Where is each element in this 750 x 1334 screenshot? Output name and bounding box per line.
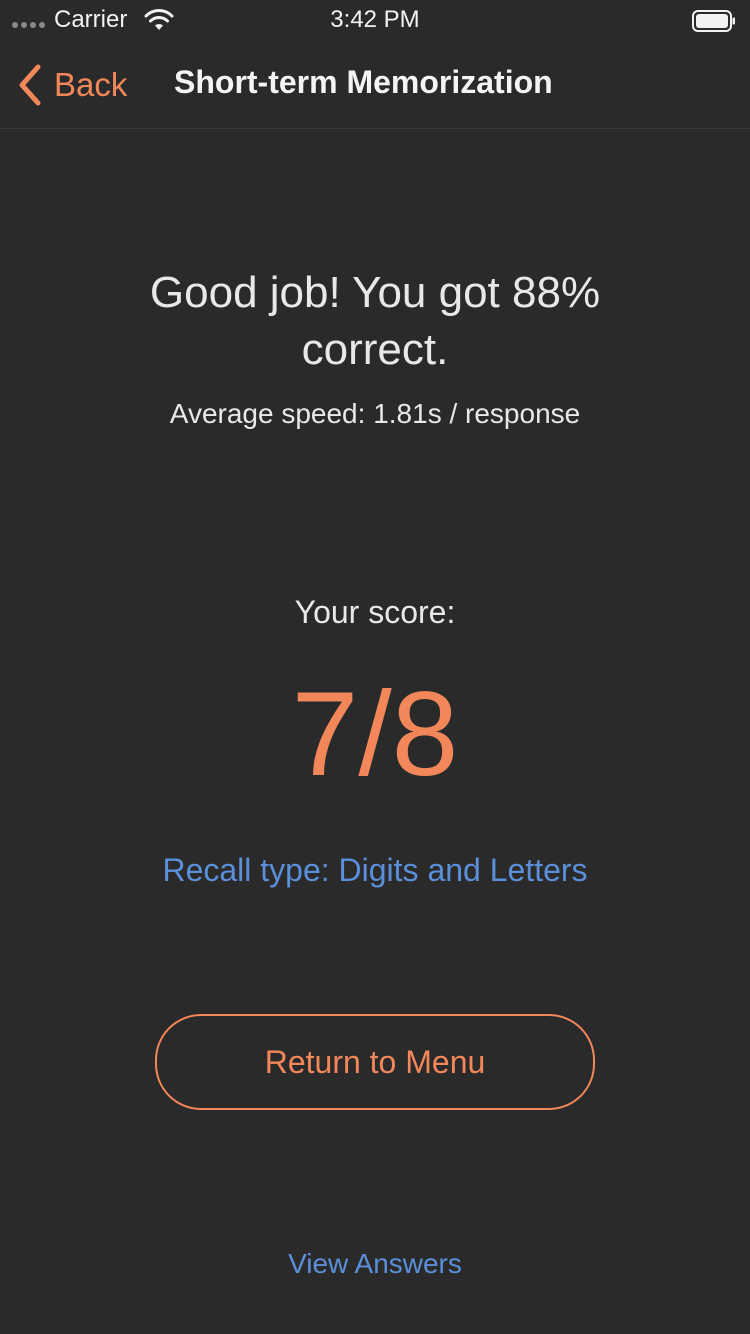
battery-icon	[692, 10, 735, 32]
status-bar: Carrier 3:42 PM	[0, 0, 750, 40]
recall-type-link[interactable]: Recall type: Digits and Letters	[0, 852, 750, 889]
back-button[interactable]: Back	[16, 62, 127, 108]
page-title: Short-term Memorization	[174, 64, 553, 100]
average-speed: Average speed: 1.81s / response	[169, 398, 581, 429]
view-answers-link[interactable]: View Answers	[0, 1248, 750, 1280]
return-to-menu-button[interactable]: Return to Menu	[155, 1014, 595, 1110]
score-value: 7/8	[291, 667, 459, 801]
return-to-menu-label: Return to Menu	[264, 1043, 486, 1080]
results-screen: Carrier 3:42 PM Back Short-term Memoriza…	[0, 0, 750, 1334]
back-label: Back	[54, 66, 128, 103]
navigation-bar: Back Short-term Memorization	[0, 40, 750, 129]
chevron-left-icon	[19, 64, 41, 106]
result-headline: Good job! You got 88% correct.	[149, 268, 601, 374]
status-time: 3:42 PM	[330, 6, 420, 33]
score-label: Your score:	[294, 594, 456, 630]
